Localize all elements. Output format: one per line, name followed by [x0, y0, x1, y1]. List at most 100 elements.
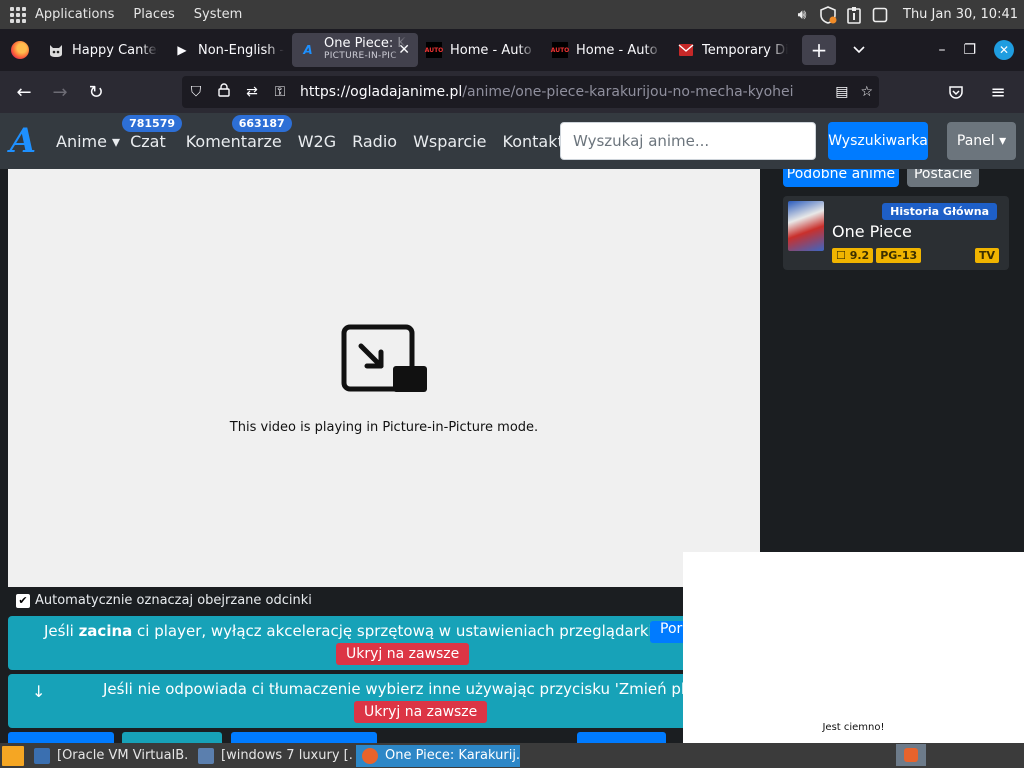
apps-grid-icon[interactable] [10, 6, 26, 23]
show-desktop-button[interactable] [2, 745, 24, 766]
lock-icon[interactable] [210, 83, 238, 101]
system-top-panel: Applications Places System 🔊︎ Thu Jan 30… [0, 0, 1024, 29]
nav-w2g[interactable]: W2G [298, 132, 336, 151]
anime-card[interactable]: Historia Główna One Piece ☐ 9.2 PG-13 TV [783, 196, 1009, 270]
url-bar[interactable]: ⛉ ⇄ ⚿ https://ogladajanime.pl/anime/one-… [182, 76, 879, 108]
close-window-icon[interactable]: ✕ [994, 40, 1014, 60]
komentarze-count-badge: 663187 [231, 114, 292, 132]
window-icon[interactable] [871, 6, 889, 24]
mail-icon [678, 42, 694, 58]
nav-czat[interactable]: 781579 Czat [122, 114, 183, 151]
list-all-tabs-chevron-icon[interactable] [842, 35, 876, 65]
rating-badge: ☐ 9.2 [832, 248, 874, 263]
tab-auto-2[interactable]: AUTO Home - Auto D [544, 33, 670, 67]
tab-title: Happy Cantee [72, 42, 158, 58]
tab-happy-canteen[interactable]: Happy Cantee [40, 33, 166, 67]
tab-one-piece[interactable]: A One Piece: K PICTURE-IN-PIC ✕ [292, 33, 418, 67]
bottom-button[interactable] [8, 732, 114, 743]
screen: Applications Places System 🔊︎ Thu Jan 30… [0, 0, 1024, 768]
hide-forever-button[interactable]: Ukryj na zawsze [336, 643, 470, 665]
alert-translation-tip: ↓ Jeśli nie odpowiada ci tłumaczenie wyb… [8, 674, 719, 728]
anime-title[interactable]: One Piece [832, 222, 912, 241]
reader-view-icon[interactable]: ▤ [835, 84, 848, 100]
volume-icon[interactable]: 🔊︎ [793, 6, 811, 24]
auto-mark-checkbox[interactable]: ✔ [16, 593, 30, 608]
nav-kontakt[interactable]: Kontakt [503, 132, 564, 151]
url-text[interactable]: https://ogladajanime.pl/anime/one-piece-… [300, 84, 794, 100]
taskbar-item-label: [windows 7 luxury [... [221, 748, 352, 763]
nav-komentarze[interactable]: 663187 Komentarze [185, 114, 292, 151]
url-domain: https://ogladajanime.pl [300, 84, 463, 100]
shield-icon[interactable]: ⛉ [182, 84, 210, 100]
auto-mark-option[interactable]: ✔ Automatycznie oznaczaj obejrzane odcin… [16, 593, 312, 608]
pocket-icon[interactable] [938, 74, 974, 110]
auto-mark-label: Automatycznie oznaczaj obejrzane odcinki [35, 593, 312, 608]
back-arrow-icon[interactable]: ← [6, 74, 42, 110]
hamburger-menu-icon[interactable]: ≡ [980, 74, 1016, 110]
bookmark-star-icon[interactable]: ☆ [860, 84, 873, 100]
alert-translation-text: Jeśli nie odpowiada ci tłumaczenie wybie… [103, 680, 719, 698]
bottom-button[interactable] [122, 732, 222, 743]
cat-icon [48, 42, 64, 58]
auto-icon: AUTO [551, 42, 569, 58]
tab-temporary-disposable[interactable]: Temporary Dis [670, 33, 796, 67]
close-tab-icon[interactable]: ✕ [398, 42, 410, 58]
bottom-button[interactable] [231, 732, 377, 743]
permissions-icon[interactable]: ⇄ [238, 84, 266, 100]
similar-anime-button[interactable]: Podobne anime [783, 169, 899, 187]
nav-komentarze-label: Komentarze [185, 131, 282, 151]
video-player[interactable]: This video is playing in Picture-in-Pict… [8, 169, 760, 587]
taskbar-tray-firefox-icon[interactable] [896, 744, 926, 766]
menu-places[interactable]: Places [133, 7, 174, 22]
menu-applications[interactable]: Applications [35, 7, 114, 22]
anime-cover-image[interactable] [788, 201, 824, 251]
tab-non-english[interactable]: ▶ Non-English - [166, 33, 292, 67]
tab-pip-subtitle: PICTURE-IN-PIC [324, 51, 397, 61]
characters-button[interactable]: Postacie [907, 169, 979, 187]
menu-system[interactable]: System [194, 7, 242, 22]
maximize-icon[interactable]: ❐ [963, 42, 976, 58]
taskbar-item-virtualbox[interactable]: [Oracle VM VirtualB... [28, 745, 188, 767]
hide-forever-button[interactable]: Ukryj na zawsze [354, 701, 488, 723]
new-tab-button[interactable]: + [802, 35, 836, 65]
virtualbox-icon [34, 747, 50, 764]
tab-title: Temporary Dis [702, 42, 788, 58]
alert-lag-text: Jeśli zacina ci player, wyłącz akcelerac… [44, 622, 657, 640]
search-button[interactable]: Wyszukiwarka [828, 122, 928, 160]
pip-video-window[interactable]: Jest ciemno! [683, 552, 1024, 743]
site-logo[interactable]: A [0, 113, 46, 169]
system-menu: Applications Places System [0, 6, 261, 23]
clock[interactable]: Thu Jan 30, 10:41 [903, 7, 1018, 22]
nav-wsparcie[interactable]: Wsparcie [413, 132, 486, 151]
key-icon[interactable]: ⚿ [266, 84, 294, 100]
shield-update-icon[interactable] [819, 5, 837, 24]
taskbar-item-windows7[interactable]: [windows 7 luxury [... [192, 745, 352, 767]
play-icon: ▶ [177, 43, 187, 57]
panel-dropdown-button[interactable]: Panel ▾ [947, 122, 1016, 160]
taskbar-item-one-piece[interactable]: One Piece: Karakurij... [356, 744, 520, 767]
minimize-icon[interactable]: – [938, 42, 945, 58]
main-content: This video is playing in Picture-in-Pict… [0, 169, 1024, 743]
down-arrow-icon: ↓ [32, 682, 46, 701]
firefox-icon [362, 747, 378, 764]
nav-radio[interactable]: Radio [352, 132, 397, 151]
bottom-button[interactable] [577, 732, 666, 743]
anime-search-input[interactable]: Wyszukaj anime... [560, 122, 816, 160]
tab-auto-1[interactable]: AUTO Home - Auto D [418, 33, 544, 67]
tab-title-block: One Piece: K PICTURE-IN-PIC [324, 37, 406, 63]
nav-czat-label: Czat [130, 131, 166, 151]
reload-icon[interactable]: ↻ [78, 74, 114, 110]
url-path: /anime/one-piece-karakurijou-no-mecha-ky… [462, 84, 794, 100]
a-logo-icon: A [303, 43, 313, 57]
site-header: A Anime ▾ 781579 Czat 663187 Komentarze … [0, 113, 1024, 169]
clipboard-icon[interactable] [845, 6, 863, 24]
taskbar: [Oracle VM VirtualB... [windows 7 luxury… [0, 743, 1024, 768]
firefox-icon[interactable] [0, 29, 40, 71]
type-badge: TV [974, 248, 999, 263]
nav-anime-dropdown[interactable]: Anime ▾ [56, 132, 120, 151]
auto-icon: AUTO [425, 42, 443, 58]
forward-arrow-icon[interactable]: → [42, 74, 78, 110]
taskbar-item-label: One Piece: Karakurij... [385, 748, 520, 763]
rating-value: 9.2 [849, 249, 870, 262]
tab-title: One Piece: K [324, 37, 406, 51]
